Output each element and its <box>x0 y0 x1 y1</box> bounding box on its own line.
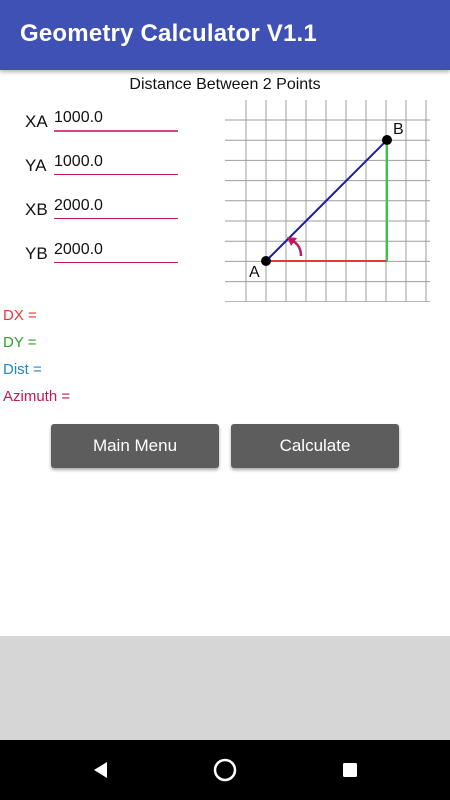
back-triangle-icon[interactable] <box>86 755 116 785</box>
yb-input[interactable] <box>54 238 178 263</box>
xa-label: XA <box>25 112 48 131</box>
ya-input[interactable] <box>54 150 178 175</box>
navigation-bar <box>0 740 450 800</box>
yb-label: YB <box>25 244 48 263</box>
point-a-label: A <box>249 264 260 281</box>
page-subtitle: Distance Between 2 Points <box>129 76 321 93</box>
xb-label: XB <box>25 200 48 219</box>
dx-result: DX = <box>3 307 37 324</box>
point-a-marker <box>261 256 271 266</box>
app-title: Geometry Calculator V1.1 <box>20 20 317 47</box>
azimuth-result: Azimuth = <box>3 388 71 405</box>
app-bar: Geometry Calculator V1.1 <box>0 0 450 70</box>
ya-label: YA <box>25 156 47 175</box>
empty-panel <box>0 636 450 740</box>
dist-result: Dist = <box>3 361 42 378</box>
point-b-label: B <box>393 121 404 138</box>
calculate-button[interactable]: Calculate <box>231 424 399 468</box>
point-b-marker <box>382 135 392 145</box>
dy-result: DY = <box>3 334 37 351</box>
recents-square-icon[interactable] <box>335 755 365 785</box>
xb-input[interactable] <box>54 194 178 219</box>
xa-input[interactable] <box>54 106 178 132</box>
main-menu-button[interactable]: Main Menu <box>51 424 219 468</box>
azimuth-arrow-icon <box>292 239 303 257</box>
distance-diagram: A B <box>225 100 430 302</box>
home-circle-icon[interactable] <box>210 755 240 785</box>
